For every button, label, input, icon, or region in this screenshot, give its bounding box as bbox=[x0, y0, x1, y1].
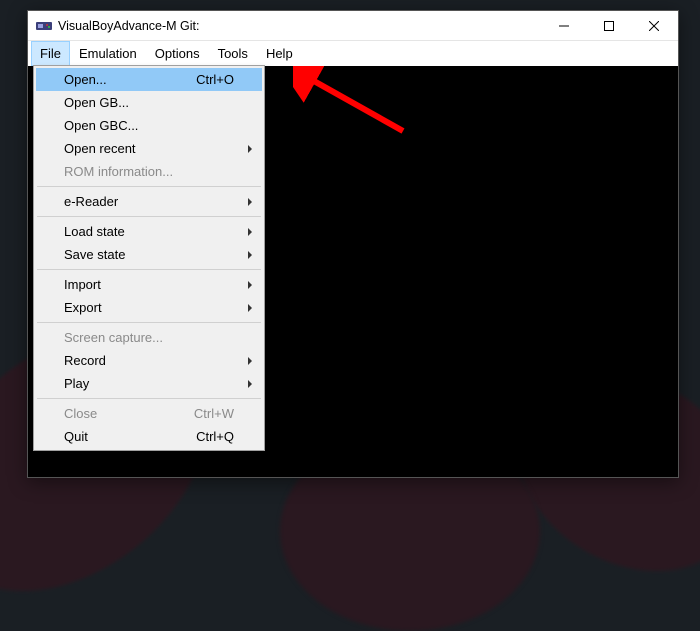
menu-tools[interactable]: Tools bbox=[209, 41, 257, 66]
close-button[interactable] bbox=[631, 11, 676, 41]
menu-item-label: Load state bbox=[64, 224, 234, 239]
menu-item-import[interactable]: Import bbox=[36, 273, 262, 296]
menu-options[interactable]: Options bbox=[146, 41, 209, 66]
menu-item-label: Import bbox=[64, 277, 234, 292]
menu-separator bbox=[37, 186, 261, 187]
menu-item-open-recent[interactable]: Open recent bbox=[36, 137, 262, 160]
minimize-button[interactable] bbox=[541, 11, 586, 41]
menu-item-open[interactable]: Open...Ctrl+O bbox=[36, 68, 262, 91]
file-menu-dropdown: Open...Ctrl+O Open GB... Open GBC... Open r… bbox=[33, 65, 265, 451]
maximize-button[interactable] bbox=[586, 11, 631, 41]
menu-item-open-gb[interactable]: Open GB... bbox=[36, 91, 262, 114]
menu-item-export[interactable]: Export bbox=[36, 296, 262, 319]
menu-item-label: Play bbox=[64, 376, 234, 391]
menu-item-quit[interactable]: QuitCtrl+Q bbox=[36, 425, 262, 448]
menu-separator bbox=[37, 322, 261, 323]
menu-item-label: Open GBC... bbox=[64, 118, 234, 133]
menu-item-play[interactable]: Play bbox=[36, 372, 262, 395]
menu-separator bbox=[37, 216, 261, 217]
menu-item-open-gbc[interactable]: Open GBC... bbox=[36, 114, 262, 137]
menu-item-shortcut: Ctrl+Q bbox=[184, 429, 234, 444]
menu-help[interactable]: Help bbox=[257, 41, 302, 66]
menu-item-close: CloseCtrl+W bbox=[36, 402, 262, 425]
menu-item-label: Screen capture... bbox=[64, 330, 234, 345]
menu-separator bbox=[37, 269, 261, 270]
titlebar: VisualBoyAdvance-M Git: bbox=[28, 11, 678, 41]
menu-item-e-reader[interactable]: e-Reader bbox=[36, 190, 262, 213]
menu-item-label: ROM information... bbox=[64, 164, 234, 179]
menu-item-load-state[interactable]: Load state bbox=[36, 220, 262, 243]
menubar: FileEmulationOptionsToolsHelp bbox=[28, 41, 678, 66]
menu-item-label: e-Reader bbox=[64, 194, 234, 209]
menu-item-rom-information: ROM information... bbox=[36, 160, 262, 183]
window-title: VisualBoyAdvance-M Git: bbox=[58, 19, 541, 33]
menu-item-label: Quit bbox=[64, 429, 184, 444]
menu-item-shortcut: Ctrl+O bbox=[184, 72, 234, 87]
menu-file[interactable]: File bbox=[31, 41, 70, 66]
app-window: VisualBoyAdvance-M Git: FileEmulationOpt… bbox=[27, 10, 679, 478]
menu-item-label: Close bbox=[64, 406, 182, 421]
menu-item-label: Record bbox=[64, 353, 234, 368]
app-icon bbox=[36, 18, 52, 34]
menu-item-record[interactable]: Record bbox=[36, 349, 262, 372]
menu-item-screen-capture: Screen capture... bbox=[36, 326, 262, 349]
menu-item-shortcut: Ctrl+W bbox=[182, 406, 234, 421]
menu-separator bbox=[37, 398, 261, 399]
menu-item-label: Open... bbox=[64, 72, 184, 87]
menu-item-label: Export bbox=[64, 300, 234, 315]
menu-item-label: Save state bbox=[64, 247, 234, 262]
menu-emulation[interactable]: Emulation bbox=[70, 41, 146, 66]
menu-item-label: Open GB... bbox=[64, 95, 234, 110]
menu-item-label: Open recent bbox=[64, 141, 234, 156]
menu-item-save-state[interactable]: Save state bbox=[36, 243, 262, 266]
